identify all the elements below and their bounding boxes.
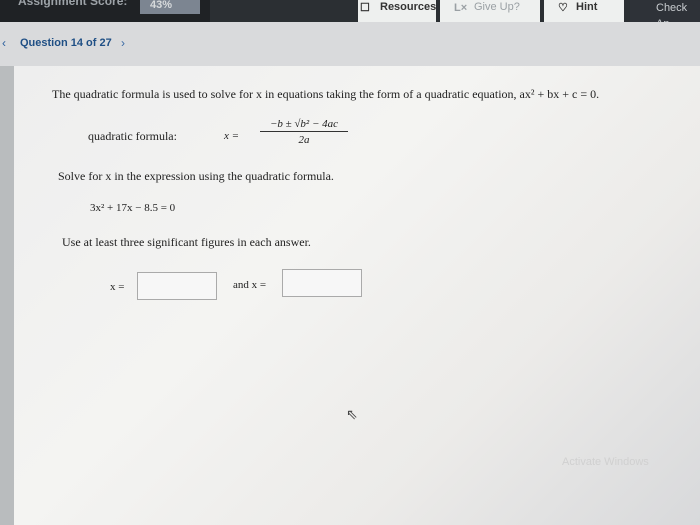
windows-watermark: Activate Windows: [562, 456, 649, 468]
chevron-left-icon[interactable]: ‹: [2, 36, 6, 50]
question-counter[interactable]: Question 14 of 27: [20, 37, 112, 49]
give-up-button[interactable]: L× Give Up?: [440, 0, 540, 22]
mouse-cursor-icon: ⇖: [346, 406, 358, 422]
problem-intro: The quadratic formula is used to solve f…: [52, 87, 600, 101]
sig-figs-instruction: Use at least three significant figures i…: [62, 235, 311, 249]
answer2-input[interactable]: [282, 269, 362, 297]
score-label: Assignment Score:: [18, 0, 128, 8]
formula-denominator: 2a: [298, 134, 310, 146]
quadratic-formula: −b ± √b² − 4ac 2a: [260, 118, 348, 146]
give-up-icon: L×: [454, 2, 468, 14]
answer2-label: and x =: [233, 279, 267, 291]
question-card: The quadratic formula is used to solve f…: [14, 66, 700, 525]
answer1-label: x =: [110, 281, 125, 293]
formula-label: quadratic formula:: [88, 129, 177, 143]
resources-label: Resources: [380, 1, 437, 13]
score-value: 43%: [140, 0, 200, 14]
solve-instruction: Solve for x in the expression using the …: [58, 169, 334, 183]
lightbulb-icon: ♡: [558, 2, 568, 14]
formula-numerator: −b ± √b² − 4ac: [260, 118, 348, 132]
hint-label: Hint: [576, 1, 598, 13]
check-answer-button[interactable]: Check An: [630, 0, 700, 30]
give-up-label: Give Up?: [474, 1, 520, 13]
formula-x: x =: [224, 130, 240, 142]
resources-button[interactable]: ☐ Resources: [358, 0, 436, 22]
chevron-right-icon[interactable]: ›: [121, 36, 125, 50]
question-nav-bar: ‹ Question 14 of 27 ›: [0, 22, 700, 66]
book-icon: ☐: [360, 2, 370, 14]
equation: 3x² + 17x − 8.5 = 0: [90, 202, 176, 214]
hint-button[interactable]: ♡ Hint: [544, 0, 624, 22]
top-toolbar: Assignment Score: 43% ☐ Resources L× Giv…: [0, 0, 700, 30]
answer1-input[interactable]: [137, 272, 217, 300]
assignment-score: Assignment Score: 43%: [0, 0, 210, 22]
